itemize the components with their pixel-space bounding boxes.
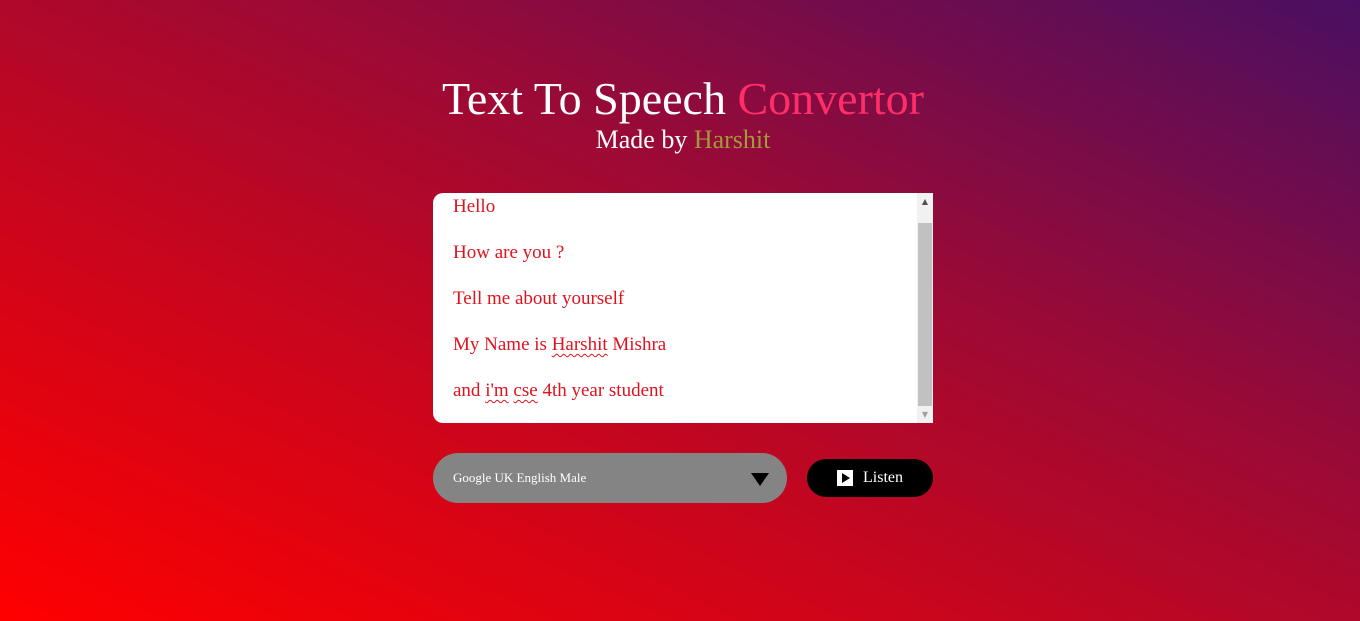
text-segment: My Name is xyxy=(453,334,552,355)
subtitle-prefix: Made by xyxy=(595,125,688,154)
title-main: Text To Speech xyxy=(442,73,726,124)
page-header: Text To Speech Convertor Made by Harshit xyxy=(0,72,1360,154)
misspelled-word: i'm xyxy=(485,380,509,401)
text-line-2: How are you ? xyxy=(453,242,565,263)
text-line-5: and i'm cse 4th year student xyxy=(453,377,913,423)
speech-text-area[interactable]: Hello How are you ? Tell me about yourse… xyxy=(433,193,933,423)
text-line-4: My Name is Harshit Mishra xyxy=(453,331,913,377)
misspelled-word: cse xyxy=(513,380,538,401)
page-subtitle: Made by Harshit xyxy=(0,126,1360,154)
text-line-3: Tell me about yourself xyxy=(453,288,625,309)
play-icon xyxy=(837,470,853,486)
scroll-down-arrow-icon[interactable]: ▼ xyxy=(917,406,933,423)
vertical-scrollbar[interactable]: ▲ ▼ xyxy=(917,193,933,423)
voice-selected-value: Google UK English Male xyxy=(453,470,587,485)
author-name: Harshit xyxy=(693,125,771,154)
scrollbar-thumb[interactable] xyxy=(918,223,932,406)
page-title: Text To Speech Convertor xyxy=(0,72,1360,126)
listen-button[interactable]: Listen xyxy=(807,459,933,497)
text-line-1: Hello xyxy=(453,196,496,217)
scroll-up-arrow-icon[interactable]: ▲ xyxy=(917,193,933,210)
misspelled-word: Harshit xyxy=(551,334,608,355)
listen-button-label: Listen xyxy=(863,469,903,486)
triangle-down-icon[interactable] xyxy=(751,473,769,486)
text-segment: Mishra xyxy=(607,334,667,355)
text-segment: 4th year student xyxy=(537,380,664,401)
voice-select[interactable]: Google UK English Male xyxy=(433,453,787,503)
title-accent: Convertor xyxy=(737,73,924,124)
text-segment: and xyxy=(453,380,486,401)
text-content[interactable]: Hello How are you ? Tell me about yourse… xyxy=(453,193,913,423)
